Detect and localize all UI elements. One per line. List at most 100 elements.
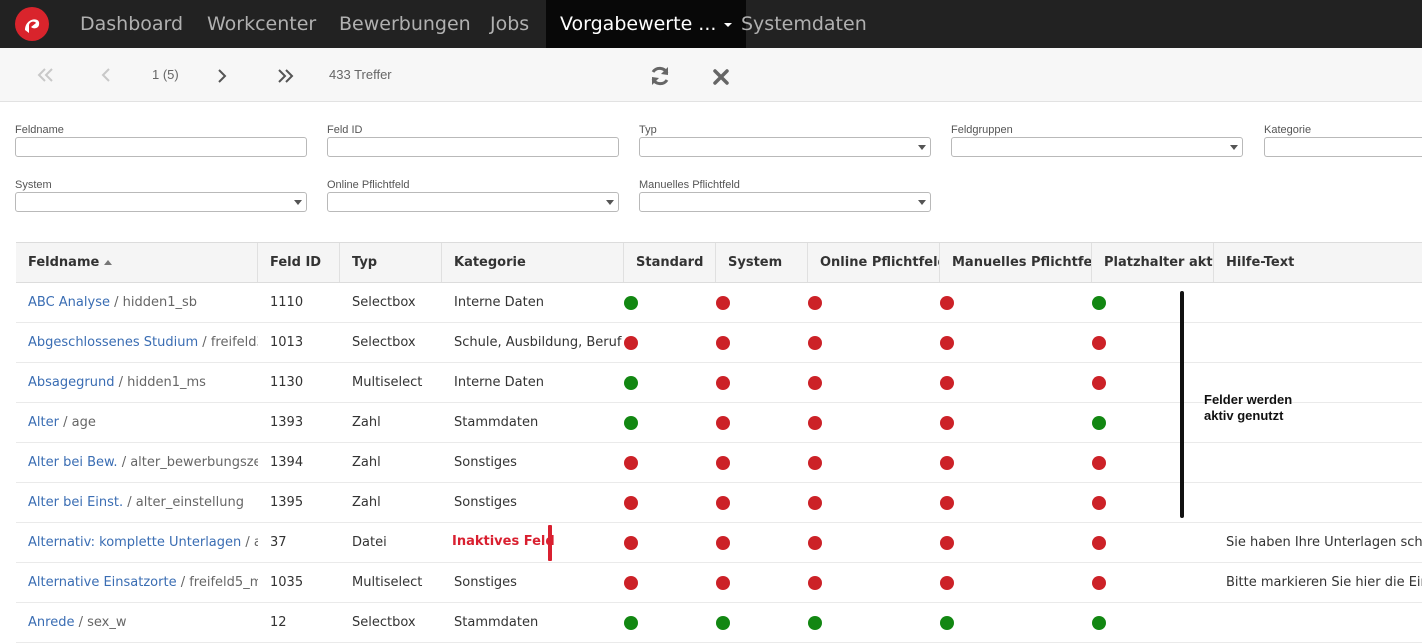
field-name-link[interactable]: ABC Analyse: [28, 295, 110, 310]
previous-page-icon[interactable]: [101, 68, 111, 82]
status-dot-red: [716, 296, 730, 310]
table-row[interactable]: Abgeschlossenes Studium / freifeld3_s 101…: [16, 323, 1422, 363]
status-dot-red: [808, 496, 822, 510]
cell-kategorie: Interne Daten: [454, 375, 544, 390]
status-dot-red: [716, 336, 730, 350]
cell-feld-id: 12: [270, 615, 287, 630]
filter-input-feldname[interactable]: [15, 137, 307, 157]
cell-feldname[interactable]: Absagegrund / hidden1_ms: [16, 363, 258, 403]
field-name-link[interactable]: Alternative Einsatzorte: [28, 575, 177, 590]
cell-kategorie: Schule, Ausbildung, Beruf: [454, 335, 622, 350]
cell-feldname[interactable]: Alter / age: [16, 403, 258, 443]
status-dot-red: [1092, 496, 1106, 510]
table-row[interactable]: ABC Analyse / hidden1_sb 1110 Selectbox Int…: [16, 283, 1422, 323]
field-separator: /: [114, 375, 128, 390]
select-arrow-icon: [1230, 145, 1238, 150]
cell-feldname[interactable]: ABC Analyse / hidden1_sb: [16, 283, 258, 323]
nav-vorgabewerte-dropdown[interactable]: Vorgabewerte ...: [546, 0, 747, 48]
cell-hilfe-text: [1214, 443, 1422, 483]
cell-feldname[interactable]: Anrede / sex_w: [16, 603, 258, 643]
status-dot-red: [808, 456, 822, 470]
filter-select-system[interactable]: [15, 192, 307, 212]
status-dot-red: [940, 296, 954, 310]
column-header-hilfe-text[interactable]: Hilfe-Text: [1214, 243, 1422, 282]
status-dot-red: [624, 456, 638, 470]
cell-feldname[interactable]: Alternativ: komplette Unterlagen / anl: [16, 523, 258, 563]
nav-systemdaten[interactable]: Systemdaten: [741, 0, 867, 48]
filter-select-feldgruppen[interactable]: [951, 137, 1243, 157]
field-key: freifeld3_s: [210, 335, 258, 350]
status-dot-red: [808, 536, 822, 550]
status-dot-red: [1092, 336, 1106, 350]
status-dot-red: [808, 296, 822, 310]
cell-kategorie: Sonstiges: [454, 495, 517, 510]
status-dot-green: [1092, 616, 1106, 630]
app-logo-icon[interactable]: [14, 6, 50, 42]
field-name-link[interactable]: Alter: [28, 415, 59, 430]
filter-input-feld-id[interactable]: [327, 137, 619, 157]
column-header-platzhalter-aktiv[interactable]: Platzhalter aktiv: [1092, 243, 1214, 282]
status-dot-red: [808, 376, 822, 390]
cell-feldname[interactable]: Alter bei Bew. / alter_bewerbungszeitp: [16, 443, 258, 483]
cell-feld-id: 37: [270, 535, 287, 550]
nav-dashboard[interactable]: Dashboard: [80, 0, 183, 48]
cell-feld-id: 1013: [270, 335, 304, 350]
table-row[interactable]: Alter bei Bew. / alter_bewerbungszeitp 13…: [16, 443, 1422, 483]
table-row[interactable]: Anrede / sex_w 12 Selectbox Stammdaten: [16, 603, 1422, 643]
cell-hilfe-text: [1214, 483, 1422, 523]
field-name-link[interactable]: Alternativ: komplette Unterlagen: [28, 535, 241, 550]
column-header-typ[interactable]: Typ: [340, 243, 442, 282]
column-header-online-pflichtfeld[interactable]: Online Pflichtfeld: [808, 243, 940, 282]
table-row[interactable]: Alternative Einsatzorte / freifeld5_ms 10…: [16, 563, 1422, 603]
filter-label-system: System: [15, 179, 52, 191]
status-dot-red: [808, 336, 822, 350]
field-separator: /: [198, 335, 211, 350]
column-header-feldname[interactable]: Feldname: [16, 243, 258, 282]
cell-feldname[interactable]: Abgeschlossenes Studium / freifeld3_s: [16, 323, 258, 363]
sort-ascending-icon: [104, 260, 113, 265]
filter-select-typ[interactable]: [639, 137, 931, 157]
field-name-link[interactable]: Alter bei Bew.: [28, 455, 118, 470]
cell-kategorie: Stammdaten: [454, 615, 539, 630]
column-header-manuelles-pflichtfeld[interactable]: Manuelles Pflichtfeld: [940, 243, 1092, 282]
caret-down-icon: [724, 22, 733, 27]
column-header-standard[interactable]: Standard: [624, 243, 716, 282]
field-name-link[interactable]: Anrede: [28, 615, 74, 630]
refresh-icon[interactable]: [649, 65, 671, 87]
nav-workcenter[interactable]: Workcenter: [207, 0, 316, 48]
next-page-icon[interactable]: [217, 69, 227, 83]
annotation-bracket-line: [1180, 291, 1184, 518]
cell-feldname[interactable]: Alternative Einsatzorte / freifeld5_ms: [16, 563, 258, 603]
filter-select-online-pflichtfeld[interactable]: [327, 192, 619, 212]
column-header-feld-id[interactable]: Feld ID: [258, 243, 340, 282]
status-dot-red: [1092, 576, 1106, 590]
last-page-icon[interactable]: [276, 69, 294, 83]
cell-kategorie: Interne Daten: [454, 295, 544, 310]
nav-jobs[interactable]: Jobs: [490, 0, 529, 48]
field-name-link[interactable]: Abgeschlossenes Studium: [28, 335, 198, 350]
status-dot-red: [716, 376, 730, 390]
filter-select-manuelles-pflichtfeld[interactable]: [639, 192, 931, 212]
cell-feldname[interactable]: Alter bei Einst. / alter_einstellung: [16, 483, 258, 523]
annotation-text: Felder werden aktiv genutzt: [1204, 392, 1292, 424]
status-dot-red: [624, 536, 638, 550]
status-dot-red: [808, 416, 822, 430]
annotation-red-marker: [548, 525, 552, 561]
filter-label-feld-id: Feld ID: [327, 124, 363, 136]
close-icon[interactable]: [712, 68, 730, 86]
table-row[interactable]: Alter bei Einst. / alter_einstellung 1395…: [16, 483, 1422, 523]
status-dot-red: [940, 456, 954, 470]
field-separator: /: [241, 535, 254, 550]
status-dot-red: [940, 376, 954, 390]
nav-bewerbungen[interactable]: Bewerbungen: [339, 0, 471, 48]
first-page-icon[interactable]: [37, 68, 55, 82]
status-dot-red: [940, 336, 954, 350]
field-name-link[interactable]: Absagegrund: [28, 375, 114, 390]
table-row[interactable]: Alternativ: komplette Unterlagen / anl 37…: [16, 523, 1422, 563]
field-name-link[interactable]: Alter bei Einst.: [28, 495, 123, 510]
field-key: age: [71, 415, 96, 430]
column-header-system[interactable]: System: [716, 243, 808, 282]
field-separator: /: [117, 455, 131, 470]
column-header-kategorie[interactable]: Kategorie: [442, 243, 624, 282]
filter-select-kategorie[interactable]: [1264, 137, 1422, 157]
